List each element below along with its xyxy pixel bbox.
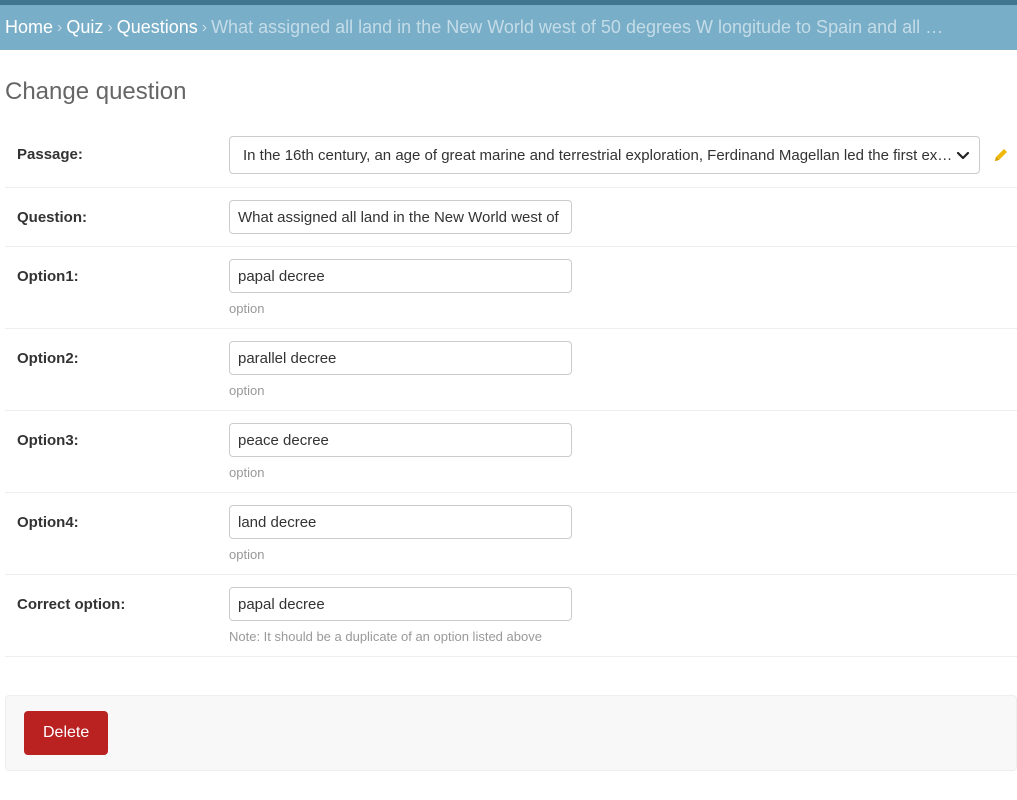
correct-option-help: Note: It should be a duplicate of an opt… (229, 629, 542, 644)
breadcrumb-separator: › (201, 18, 208, 36)
passage-row: Passage: In the 16th century, an age of … (5, 123, 1017, 188)
breadcrumb-quiz[interactable]: Quiz (66, 17, 103, 38)
breadcrumb-questions[interactable]: Questions (117, 17, 198, 38)
option4-help: option (229, 547, 265, 562)
option3-input[interactable] (229, 423, 572, 457)
breadcrumb-home[interactable]: Home (5, 17, 53, 38)
option4-label: Option4: (17, 514, 79, 531)
breadcrumb-separator: › (57, 18, 63, 36)
option1-row: Option1: option (5, 247, 1017, 329)
option1-help: option (229, 301, 265, 316)
submit-row: Delete (5, 695, 1017, 771)
option3-help: option (229, 465, 265, 480)
question-row: Question: (5, 188, 1017, 247)
option2-row: Option2: option (5, 329, 1017, 411)
option2-help: option (229, 383, 265, 398)
breadcrumb: Home › Quiz › Questions › What assigned … (0, 5, 1017, 50)
breadcrumb-current: What assigned all land in the New World … (211, 17, 944, 37)
correct-option-label: Correct option: (17, 596, 126, 613)
passage-select-value: In the 16th century, an age of great mar… (243, 146, 953, 164)
option1-label: Option1: (17, 268, 79, 285)
option1-input[interactable] (229, 259, 572, 293)
passage-select[interactable]: In the 16th century, an age of great mar… (229, 136, 980, 174)
pencil-icon[interactable] (992, 146, 1010, 164)
option4-row: Option4: option (5, 493, 1017, 575)
option3-row: Option3: option (5, 411, 1017, 493)
delete-button[interactable]: Delete (24, 711, 109, 755)
question-input[interactable] (229, 200, 572, 234)
correct-option-input[interactable] (229, 587, 572, 621)
chevron-down-icon (956, 151, 970, 160)
option3-label: Option3: (17, 432, 79, 449)
correct-option-row: Correct option: Note: It should be a dup… (5, 575, 1017, 657)
option4-input[interactable] (229, 505, 572, 539)
question-label: Question: (17, 209, 87, 226)
page-title: Change question (5, 78, 187, 105)
option2-input[interactable] (229, 341, 572, 375)
passage-label: Passage: (17, 146, 83, 163)
option2-label: Option2: (17, 350, 79, 367)
question-form: Passage: In the 16th century, an age of … (0, 123, 1017, 657)
breadcrumb-separator: › (107, 18, 113, 36)
